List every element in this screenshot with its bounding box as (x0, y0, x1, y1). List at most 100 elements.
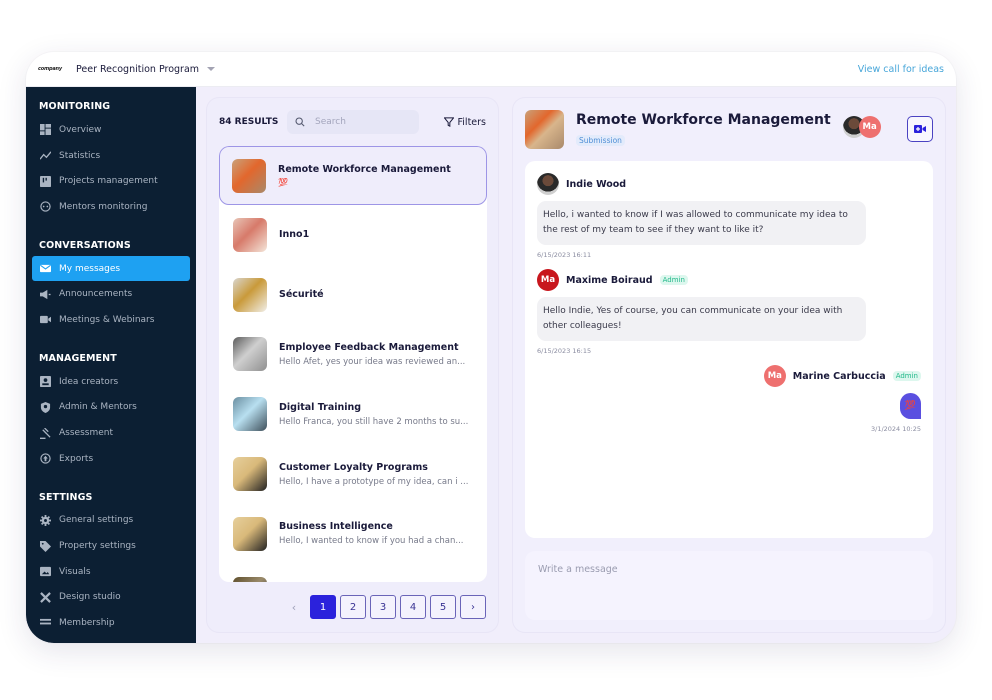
message: Ma Maxime Boiraud Admin Hello Indie, Yes… (537, 269, 921, 355)
message-timestamp: 6/15/2023 16:15 (537, 347, 592, 355)
app-window: company Peer Recognition Program View ca… (26, 52, 956, 643)
conversation-list-item[interactable]: Digital Training Hello Franca, you still … (219, 384, 487, 444)
idea-thumbnail (525, 109, 564, 149)
conversation-list-item[interactable]: Employee Feedback Management Hello Afet, … (219, 325, 487, 385)
megaphone-icon (40, 289, 51, 300)
sidebar-item-exports[interactable]: Exports (32, 446, 190, 472)
next-page-button[interactable]: › (460, 595, 486, 619)
sidebar-item-membership[interactable]: Membership (32, 610, 190, 636)
sidebar-item-property-settings[interactable]: Property settings (32, 533, 190, 559)
sidebar-item-idea-creators[interactable]: Idea creators (32, 369, 190, 395)
sidebar-item-mentors-monitoring[interactable]: Mentors monitoring (32, 194, 190, 220)
nav-label: Mentors monitoring (59, 201, 148, 212)
filters-button[interactable]: Filters (443, 117, 486, 128)
search-input[interactable] (315, 117, 405, 127)
participants[interactable]: Ma (842, 116, 881, 138)
sidebar-item-announcements[interactable]: Announcements (32, 281, 190, 307)
section-title: SETTINGS (39, 491, 93, 503)
video-camera-icon (914, 125, 926, 133)
nav-label: Announcements (59, 289, 133, 300)
sidebar-section-conversations: CONVERSATIONS My messages Announcements … (26, 236, 196, 333)
item-preview: Hello Afet, yes your idea was reviewed a… (279, 356, 466, 367)
nav-label: Projects management (59, 176, 158, 187)
program-selector[interactable]: Peer Recognition Program (75, 63, 216, 75)
chevron-down-icon (207, 67, 216, 71)
conversation-list-item[interactable]: Remote Workforce Management 💯 (219, 146, 487, 205)
nav-label: Admin & Mentors (59, 402, 137, 413)
sidebar-item-assessment[interactable]: Assessment (32, 420, 190, 446)
message-header: Ma Marine Carbuccia Admin (763, 365, 921, 387)
author-name: Maxime Boiraud (566, 274, 653, 286)
item-text: Business Intelligence Hello, I wanted to … (279, 521, 487, 546)
sidebar-item-projects-management[interactable]: Projects management (32, 168, 190, 194)
item-title: Employee Feedback Management (279, 341, 459, 353)
page-3-button[interactable]: 3 (370, 595, 396, 619)
section-title: MONITORING (39, 101, 111, 112)
conversation-list[interactable]: Remote Workforce Management 💯 Inno1 Sécurit… (219, 146, 487, 582)
list-header: 84 RESULTS Filters (219, 110, 486, 134)
image-icon (40, 566, 51, 577)
conversation-list-item[interactable]: Customer Loyalty Programs Hello, I have a… (219, 444, 487, 504)
filter-icon (443, 117, 454, 127)
sidebar-item-visuals[interactable]: Visuals (32, 559, 190, 585)
chat-header: Remote Workforce Management Submission M… (525, 109, 933, 149)
page-2-button[interactable]: 2 (340, 595, 366, 619)
sidebar-item-statistics[interactable]: Statistics (32, 143, 190, 169)
submission-badge: Submission (576, 134, 625, 146)
sidebar-item-overview[interactable]: Overview (32, 117, 190, 143)
conversation-list-item[interactable]: Business Intelligence Hello, I wanted to … (219, 504, 487, 564)
item-title: Business Intelligence (279, 521, 393, 533)
admin-badge: Admin (659, 275, 688, 285)
idea-thumbnail (232, 158, 266, 193)
sidebar-section-monitoring: MONITORING Overview Statistics Projects … (26, 97, 196, 220)
search-box[interactable] (287, 110, 419, 134)
gear-icon (40, 514, 51, 526)
conversation-list-item[interactable]: Sécurité (219, 265, 487, 325)
conversation-list-item[interactable]: Inno1 (219, 205, 487, 265)
sidebar-section-management: MANAGEMENT Idea creators Admin & Mentors… (26, 349, 196, 472)
results-count: 84 RESULTS (219, 117, 279, 127)
gavel-icon (40, 427, 51, 439)
sidebar-item-admin-mentors[interactable]: Admin & Mentors (32, 395, 190, 421)
idea-thumbnail (233, 576, 267, 582)
item-title: Digital Training (279, 401, 362, 413)
item-title: Customer Loyalty Programs (279, 461, 428, 473)
sidebar-item-my-messages[interactable]: My messages (32, 255, 190, 282)
video-call-button[interactable] (907, 116, 933, 142)
kanban-icon (40, 175, 51, 187)
message-bubble: Hello Indie, Yes of course, you can comm… (537, 297, 866, 341)
sidebar-item-design-studio[interactable]: Design studio (32, 585, 190, 611)
page-4-button[interactable]: 4 (400, 595, 426, 619)
item-title: Sécurité (279, 289, 324, 301)
idea-thumbnail (233, 217, 267, 252)
nav-label: My messages (59, 263, 121, 274)
emoji-reaction-bubble: 💯 (900, 393, 921, 419)
envelope-icon (40, 263, 51, 274)
company-logo: company (38, 66, 62, 72)
view-call-for-ideas-link[interactable]: View call for ideas (858, 64, 944, 75)
participant-avatar-initials: Ma (858, 116, 881, 138)
message-input[interactable] (538, 564, 920, 607)
idea-thumbnail (233, 277, 267, 312)
item-text: Digital Training Hello Franca, you still … (279, 402, 487, 427)
chat-title: Remote Workforce Management (576, 111, 831, 128)
program-name: Peer Recognition Program (75, 63, 200, 75)
nav-label: Exports (59, 453, 94, 464)
item-preview: Hello, I wanted to know if you had a cha… (279, 536, 464, 547)
previous-page-button[interactable]: ‹ (282, 601, 306, 614)
message-composer[interactable] (525, 551, 933, 620)
conversation-list-panel: 84 RESULTS Filters Remote Workforce Mana… (207, 98, 498, 632)
message: Ma Marine Carbuccia Admin 💯 3/1/2024 10:… (537, 365, 921, 433)
sidebar-item-meetings-webinars[interactable]: Meetings & Webinars (32, 307, 190, 333)
page-1-button[interactable]: 1 (310, 595, 336, 619)
chat-title-block: Remote Workforce Management Submission (576, 112, 831, 147)
list-icon (40, 618, 51, 629)
item-text: Employee Feedback Management Hello Afet, … (279, 342, 487, 367)
conversation-list-item[interactable] (219, 564, 487, 582)
design-tools-icon (40, 592, 51, 603)
idea-thumbnail (233, 457, 267, 492)
mentor-face-icon (40, 201, 51, 213)
page-5-button[interactable]: 5 (430, 595, 456, 619)
message-timestamp: 6/15/2023 16:11 (537, 251, 592, 259)
sidebar-item-general-settings[interactable]: General settings (32, 508, 190, 534)
